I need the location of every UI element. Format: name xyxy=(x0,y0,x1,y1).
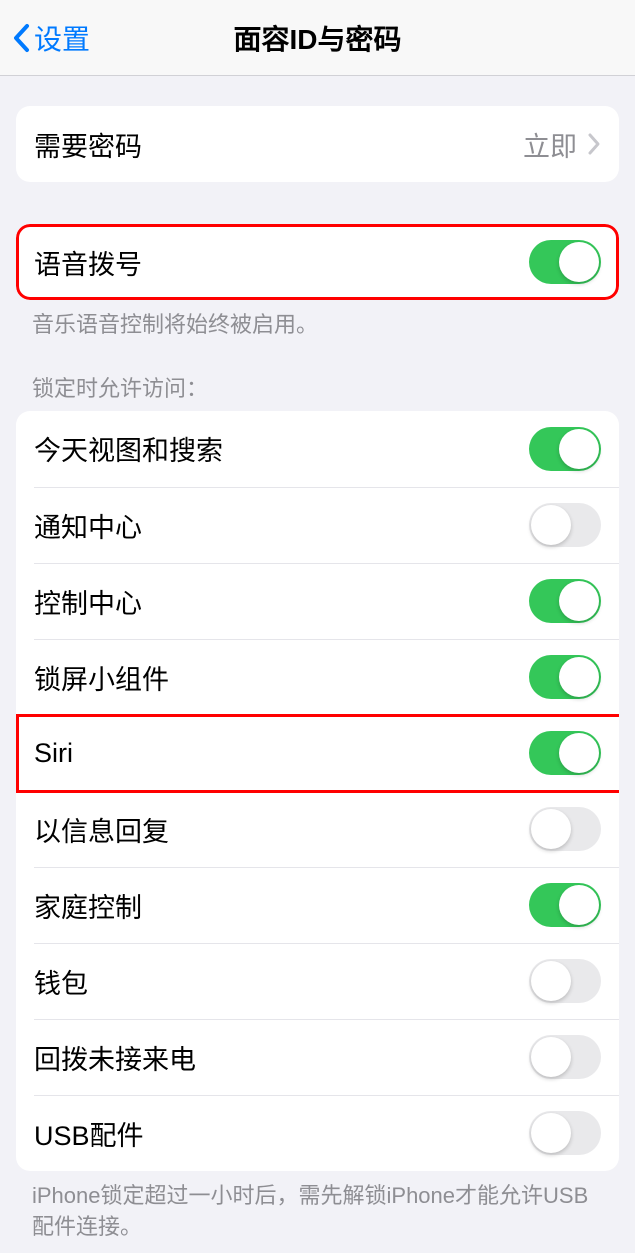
allow-row-notification: 通知中心 xyxy=(34,487,619,563)
allow-label-callback: 回拨未接来电 xyxy=(34,1038,196,1077)
allow-when-locked-group: 今天视图和搜索通知中心控制中心锁屏小组件 Siri 以信息回复家庭控制钱包回拨未接来… xyxy=(16,411,619,1171)
allow-label-today: 今天视图和搜索 xyxy=(34,429,223,468)
allow-row-control: 控制中心 xyxy=(34,563,619,639)
allow-toggle-widget[interactable] xyxy=(529,655,601,699)
passcode-group: 需要密码 立即 xyxy=(16,106,619,182)
allow-row-wallet: 钱包 xyxy=(34,943,619,1019)
require-passcode-value-wrap: 立即 xyxy=(523,125,601,164)
chevron-right-icon xyxy=(587,132,601,156)
allow-label-wallet: 钱包 xyxy=(34,962,88,1001)
allow-toggle-home[interactable] xyxy=(529,883,601,927)
allow-toggle-wallet[interactable] xyxy=(529,959,601,1003)
allow-row-msgreply: 以信息回复 xyxy=(34,791,619,867)
voice-dial-footnote: 音乐语音控制将始终被启用。 xyxy=(0,300,635,341)
back-button[interactable]: 设置 xyxy=(0,18,90,58)
allow-row-callback: 回拨未接来电 xyxy=(34,1019,619,1095)
allow-row-usb: USB配件 xyxy=(34,1095,619,1171)
allow-when-locked-header: 锁定时允许访问： xyxy=(0,341,635,411)
allow-toggle-usb[interactable] xyxy=(529,1111,601,1155)
require-passcode-row[interactable]: 需要密码 立即 xyxy=(16,106,619,182)
voice-dial-row: 语音拨号 xyxy=(16,224,619,300)
chevron-left-icon xyxy=(12,23,30,53)
allow-toggle-notification[interactable] xyxy=(529,503,601,547)
allow-toggle-control[interactable] xyxy=(529,579,601,623)
require-passcode-label: 需要密码 xyxy=(34,125,142,164)
allow-toggle-msgreply[interactable] xyxy=(529,807,601,851)
allow-row-home: 家庭控制 xyxy=(34,867,619,943)
allow-label-usb: USB配件 xyxy=(34,1114,144,1153)
allow-toggle-today[interactable] xyxy=(529,427,601,471)
voice-dial-label: 语音拨号 xyxy=(34,243,142,282)
allow-row-siri: Siri xyxy=(34,715,619,791)
usb-footnote: iPhone锁定超过一小时后，需先解锁iPhone才能允许USB配件连接。 xyxy=(0,1171,635,1243)
allow-label-notification: 通知中心 xyxy=(34,506,142,545)
allow-label-home: 家庭控制 xyxy=(34,886,142,925)
allow-toggle-siri[interactable] xyxy=(529,731,601,775)
allow-label-msgreply: 以信息回复 xyxy=(34,810,169,849)
back-label: 设置 xyxy=(34,18,90,58)
require-passcode-value: 立即 xyxy=(523,125,577,164)
allow-row-widget: 锁屏小组件 xyxy=(34,639,619,715)
allow-toggle-callback[interactable] xyxy=(529,1035,601,1079)
allow-label-control: 控制中心 xyxy=(34,582,142,621)
voice-dial-toggle[interactable] xyxy=(529,240,601,284)
allow-label-siri: Siri xyxy=(34,738,73,769)
nav-header: 设置 面容ID与密码 xyxy=(0,0,635,76)
page-title: 面容ID与密码 xyxy=(233,18,401,58)
voice-dial-group: 语音拨号 xyxy=(16,224,619,300)
allow-label-widget: 锁屏小组件 xyxy=(34,658,169,697)
allow-row-today: 今天视图和搜索 xyxy=(16,411,619,487)
